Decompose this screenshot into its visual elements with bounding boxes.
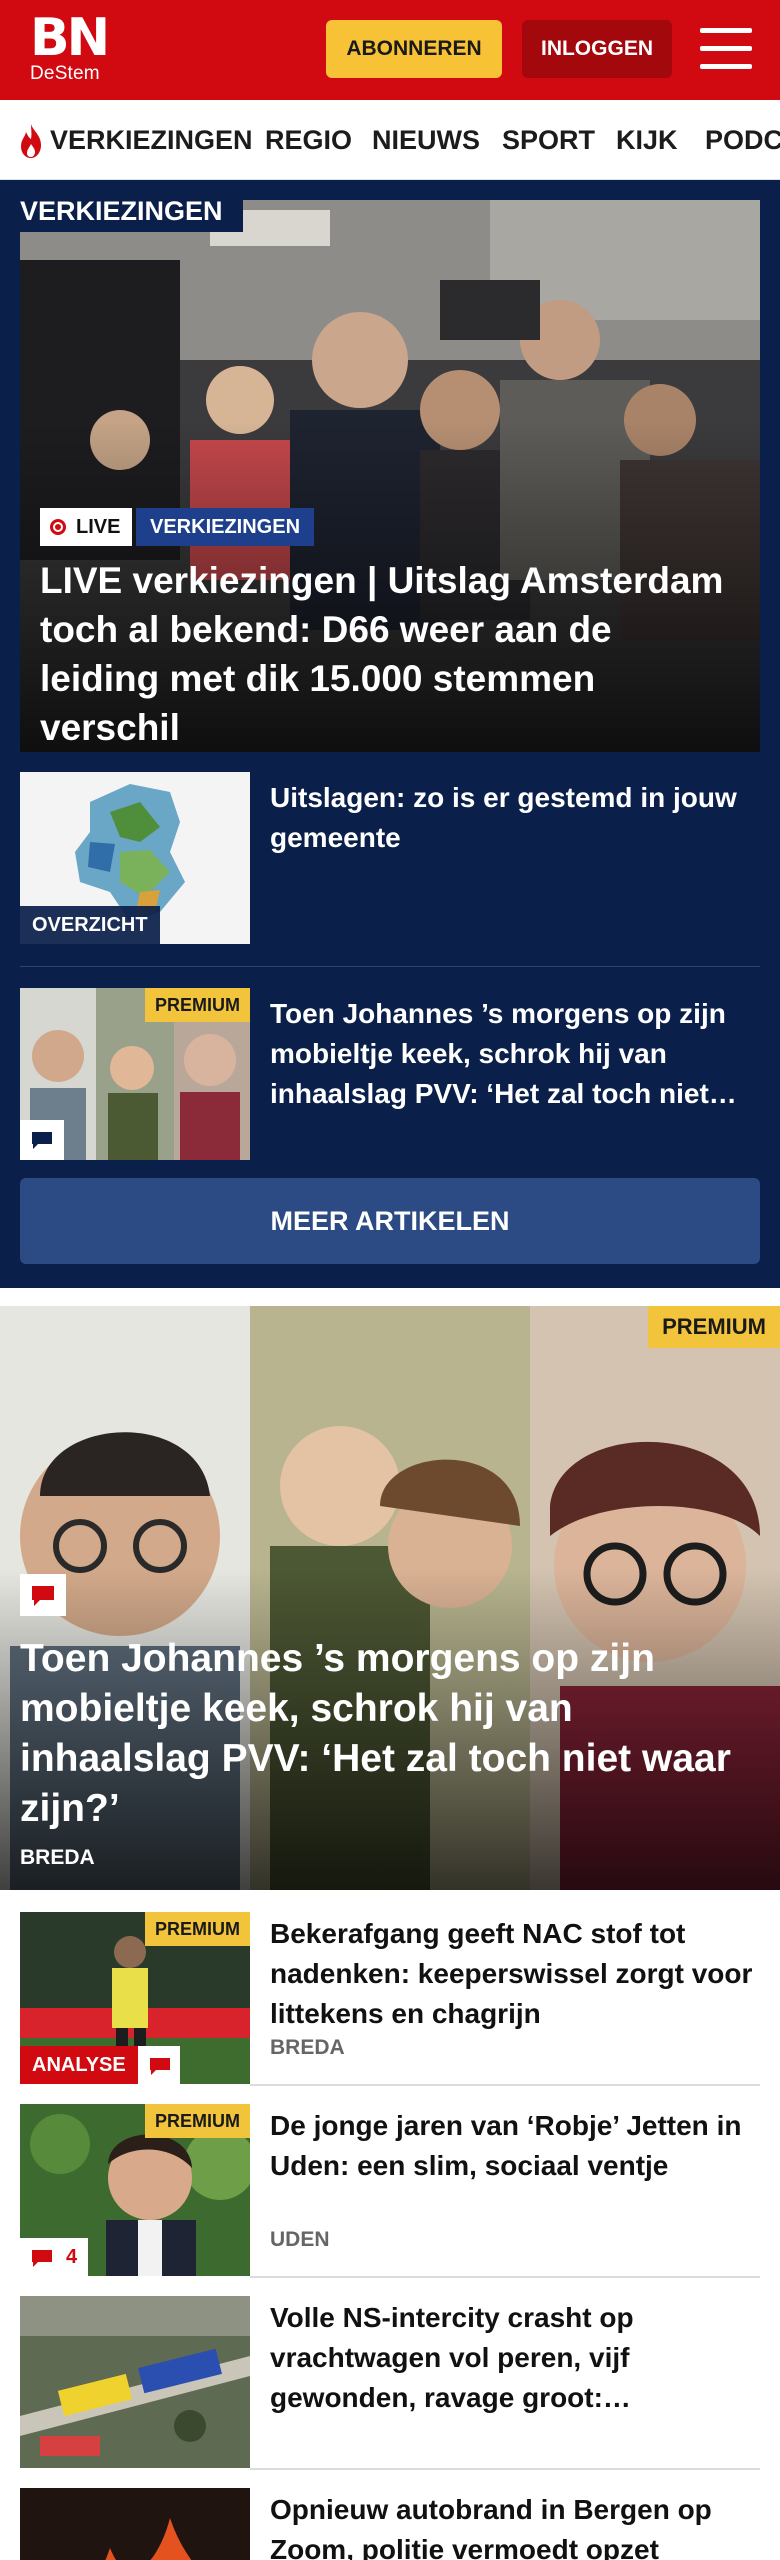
flame-icon: [21, 124, 41, 158]
site-logo[interactable]: BN DeStem: [30, 12, 110, 84]
hero-title[interactable]: LIVE verkiezingen | Uitslag Amsterdam to…: [40, 556, 740, 752]
list-item[interactable]: Volle NS-intercity crasht op vrachtwagen…: [20, 2296, 760, 2468]
live-badge: LIVE: [40, 508, 133, 546]
logo-sub: DeStem: [30, 63, 100, 84]
list-item[interactable]: Opnieuw autobrand in Bergen op Zoom, pol…: [20, 2488, 760, 2560]
premium-badge: PREMIUM: [648, 1306, 780, 1348]
premium-badge: PREMIUM: [145, 2104, 250, 2138]
nav-item-podcasts[interactable]: PODCASTS: [705, 122, 780, 158]
article-row[interactable]: PREMIUM Toen Johannes ’s morgens op zijn…: [20, 988, 760, 1160]
feature-title[interactable]: Toen Johannes ’s morgens op zijn mobielt…: [20, 1634, 740, 1834]
comment-count-badge[interactable]: 4: [20, 2238, 88, 2276]
list-item[interactable]: PREMIUM 4 De jonge jaren van ‘Robje’ Jet…: [20, 2104, 760, 2276]
hamburger-menu-icon[interactable]: [700, 26, 752, 72]
comment-icon: [32, 2250, 52, 2267]
divider: [250, 2468, 760, 2470]
more-articles-button[interactable]: MEER ARTIKELEN: [20, 1178, 760, 1264]
comment-badge[interactable]: [138, 2046, 180, 2084]
car-fire-image: [20, 2488, 250, 2560]
article-thumbnail: PREMIUM 4: [20, 2104, 250, 2276]
comment-badge[interactable]: [20, 1120, 64, 1160]
top-bar: BN DeStem ABONNEREN INLOGGEN: [0, 0, 780, 100]
article-title[interactable]: Toen Johannes ’s morgens op zijn mobielt…: [270, 994, 760, 1114]
nav-item-sport[interactable]: SPORT: [502, 122, 595, 158]
comment-icon: [150, 2058, 170, 2075]
list-item-title[interactable]: De jonge jaren van ‘Robje’ Jetten in Ude…: [270, 2106, 760, 2186]
comment-icon: [32, 1586, 54, 1606]
train-crash-image: [20, 2296, 250, 2468]
list-item-location: BREDA: [270, 2036, 345, 2059]
list-item-title[interactable]: Opnieuw autobrand in Bergen op Zoom, pol…: [270, 2490, 760, 2560]
article-row[interactable]: OVERZICHT Uitslagen: zo is er gestemd in…: [20, 772, 760, 944]
nav-item-regio[interactable]: REGIO: [265, 122, 352, 158]
comment-icon: [32, 1132, 52, 1149]
nav-item-verkiezingen[interactable]: VERKIEZINGEN: [50, 122, 253, 158]
login-button[interactable]: INLOGGEN: [522, 20, 672, 78]
divider: [250, 2084, 760, 2086]
analysis-badge: ANALYSE: [20, 2046, 138, 2084]
article-title[interactable]: Uitslagen: zo is er gestemd in jouw geme…: [270, 778, 760, 858]
list-item-title[interactable]: Bekerafgang geeft NAC stof tot nadenken:…: [270, 1914, 760, 2034]
list-item-location: UDEN: [270, 2228, 330, 2251]
feature-location: BREDA: [20, 1846, 95, 1869]
comment-count: 4: [66, 2246, 78, 2268]
overview-label: OVERZICHT: [20, 906, 160, 944]
divider: [250, 2276, 760, 2278]
premium-badge: PREMIUM: [145, 988, 250, 1022]
comment-badge[interactable]: [20, 1574, 66, 1616]
logo-main: BN: [30, 8, 110, 68]
article-thumbnail: [20, 2296, 250, 2468]
nav-item-nieuws[interactable]: NIEUWS: [372, 122, 480, 158]
main-navigation: VERKIEZINGEN REGIO NIEUWS SPORT KIJK POD…: [0, 100, 780, 180]
article-thumbnail: PREMIUM ANALYSE: [20, 1912, 250, 2084]
hero-article[interactable]: LIVE VERKIEZINGEN LIVE verkiezingen | Ui…: [20, 200, 760, 752]
article-thumbnail: PREMIUM: [20, 988, 250, 1160]
elections-section: LIVE VERKIEZINGEN LIVE verkiezingen | Ui…: [0, 180, 780, 1288]
article-thumbnail: [20, 2488, 250, 2560]
subscribe-button[interactable]: ABONNEREN: [326, 20, 502, 78]
feature-article[interactable]: PREMIUM Toen Johannes ’s morgens op zijn…: [0, 1306, 780, 1890]
list-item[interactable]: PREMIUM ANALYSE Bekerafgang geeft NAC st…: [20, 1912, 760, 2084]
premium-badge: PREMIUM: [145, 1912, 250, 1946]
live-dot-icon: [50, 519, 66, 535]
section-label[interactable]: VERKIEZINGEN: [0, 190, 243, 232]
nav-item-kijk[interactable]: KIJK: [616, 122, 678, 158]
live-label: LIVE: [76, 516, 121, 538]
article-thumbnail: OVERZICHT: [20, 772, 250, 944]
category-badge: VERKIEZINGEN: [136, 508, 315, 546]
list-item-title[interactable]: Volle NS-intercity crasht op vrachtwagen…: [270, 2298, 760, 2418]
divider: [20, 966, 760, 967]
